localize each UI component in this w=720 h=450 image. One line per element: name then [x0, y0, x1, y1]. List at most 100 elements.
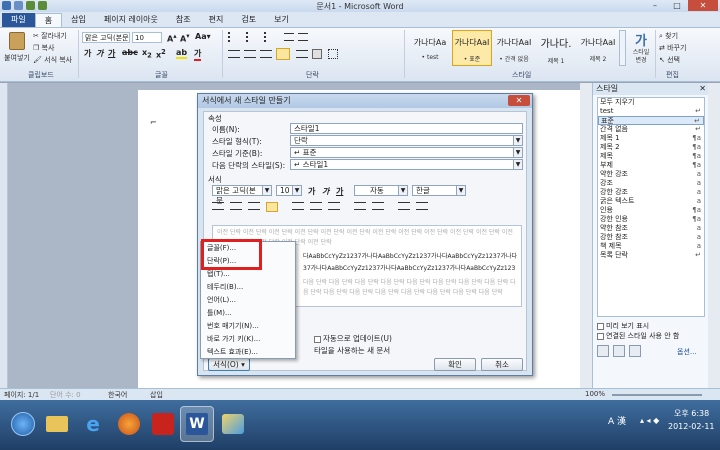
styles-pane-scrollbar[interactable]: [708, 83, 720, 388]
tab-review[interactable]: 검토: [232, 13, 265, 27]
style-gallery-test[interactable]: 가나다Aa • test: [410, 30, 450, 66]
auto-update-checkbox[interactable]: 자동으로 업데이트(U): [314, 333, 392, 344]
menu-item-shortcut-key[interactable]: 바로 가기 키(K)...: [201, 333, 295, 346]
style-item[interactable]: 목록 단락 ↵: [598, 251, 704, 260]
tray-icons[interactable]: ▴ ◂ ◆: [640, 416, 659, 425]
shading-button[interactable]: [312, 49, 322, 59]
increase-indent-icon[interactable]: [416, 202, 428, 210]
decrease-indent-icon[interactable]: [398, 202, 410, 210]
dialog-color-select[interactable]: 자동 ▼: [354, 185, 408, 196]
paste-button[interactable]: 붙여넣기: [4, 30, 30, 68]
strikethrough-button[interactable]: abc: [122, 48, 138, 57]
dialog-bold-button[interactable]: 가: [308, 186, 315, 197]
double-spacing-icon[interactable]: [328, 202, 340, 210]
based-on-select[interactable]: ↵ 표준 ▼: [290, 147, 523, 158]
maximize-icon[interactable]: □: [666, 0, 688, 11]
subscript-button[interactable]: x2: [142, 48, 152, 60]
align-right-icon[interactable]: [248, 202, 260, 210]
justify-button[interactable]: [276, 48, 290, 60]
style-gallery-scroll[interactable]: [619, 30, 626, 66]
grow-font-button[interactable]: A▴: [167, 32, 177, 44]
zoom-slider[interactable]: [612, 394, 702, 396]
tab-view[interactable]: 보기: [265, 13, 298, 27]
style-item-selected[interactable]: 표준 ↵: [598, 116, 704, 125]
ime-indicator[interactable]: A 漢: [608, 414, 626, 427]
dialog-language-select[interactable]: 한글 ▼: [412, 185, 466, 196]
bullets-button[interactable]: [228, 32, 242, 42]
show-preview-checkbox[interactable]: 미리 보기 표시: [597, 321, 649, 331]
underline-button[interactable]: 가: [108, 48, 115, 59]
cut-button[interactable]: ✂ 잘라내기: [33, 31, 67, 41]
line-spacing-button[interactable]: [296, 50, 308, 58]
dialog-font-select[interactable]: 맑은 고딕(본문 ▼: [212, 185, 272, 205]
change-case-button[interactable]: Aa▾: [195, 32, 211, 41]
style-gallery-no-spacing[interactable]: 가나다AaI • 간격 없음: [494, 30, 534, 66]
shrink-font-button[interactable]: A▾: [180, 32, 190, 44]
style-item[interactable]: 책 제목 a: [598, 242, 704, 251]
format-painter-button[interactable]: 🖌 서식 복사: [33, 55, 72, 65]
minimize-icon[interactable]: –: [644, 0, 666, 11]
menu-item-text-effects[interactable]: 텍스트 효과(E)...: [201, 346, 295, 359]
style-item[interactable]: 제목 2 ¶a: [598, 143, 704, 152]
options-link[interactable]: 옵션...: [677, 347, 697, 357]
highlight-button[interactable]: ab: [176, 48, 188, 59]
style-inspector-button[interactable]: [613, 345, 625, 357]
space-after-icon[interactable]: [372, 202, 384, 210]
clock-time[interactable]: 오후 6:38: [674, 408, 709, 419]
font-color-button[interactable]: 가: [194, 48, 202, 61]
style-item[interactable]: 모두 지우기: [598, 98, 704, 107]
dialog-italic-button[interactable]: 가: [322, 186, 329, 197]
dialog-close-icon[interactable]: ✕: [508, 95, 530, 106]
align-center-icon[interactable]: [230, 202, 242, 210]
tab-insert[interactable]: 삽입: [62, 13, 95, 27]
bold-button[interactable]: 가: [84, 48, 91, 59]
single-spacing-icon[interactable]: [292, 202, 304, 210]
increase-indent-button[interactable]: [298, 33, 308, 41]
style-item[interactable]: 약한 강조 a: [598, 170, 704, 179]
menu-item-frame[interactable]: 틀(M)...: [201, 307, 295, 320]
multilevel-list-button[interactable]: [264, 32, 278, 42]
font-name-select[interactable]: 맑은 고딕(본문: [82, 32, 130, 43]
style-item[interactable]: 강한 참조 a: [598, 233, 704, 242]
style-item[interactable]: 간격 없음 ↵: [598, 125, 704, 134]
clock-date[interactable]: 2012-02-11: [668, 422, 715, 431]
borders-button[interactable]: [328, 49, 338, 59]
style-gallery-heading-1[interactable]: 가나다. 제목 1: [536, 30, 576, 66]
decrease-indent-button[interactable]: [284, 33, 294, 41]
justify-icon[interactable]: [266, 202, 278, 212]
cancel-button[interactable]: 취소: [481, 358, 523, 371]
dialog-underline-button[interactable]: 가: [336, 186, 343, 197]
word-count[interactable]: 단어 수: 0: [50, 390, 81, 400]
style-item[interactable]: 강조 a: [598, 179, 704, 188]
align-left-button[interactable]: [228, 50, 240, 58]
menu-item-language[interactable]: 언어(L)...: [201, 294, 295, 307]
tab-references[interactable]: 참조: [167, 13, 200, 27]
superscript-button[interactable]: x2: [156, 48, 166, 60]
start-button[interactable]: [6, 406, 40, 442]
replace-button[interactable]: ⇄ 바꾸기: [659, 43, 686, 53]
style-item[interactable]: 부제 ¶a: [598, 161, 704, 170]
disable-linked-checkbox[interactable]: 연결된 스타일 사용 안 함: [597, 331, 679, 341]
style-name-input[interactable]: 스타일1: [290, 123, 523, 134]
tab-mailings[interactable]: 편지: [200, 13, 233, 27]
taskbar-ie[interactable]: e: [76, 406, 110, 442]
taskbar-word[interactable]: W: [180, 406, 214, 442]
space-before-icon[interactable]: [354, 202, 366, 210]
style-type-select[interactable]: 단락 ▼: [290, 135, 523, 146]
style-item[interactable]: 강한 강조 a: [598, 188, 704, 197]
taskbar-explorer[interactable]: [40, 406, 74, 442]
zoom-level[interactable]: 100%: [585, 390, 605, 398]
style-item[interactable]: test ↵: [598, 107, 704, 116]
page-count[interactable]: 페이지: 1/1: [4, 390, 39, 400]
taskbar-paint[interactable]: [216, 406, 250, 442]
insert-mode[interactable]: 삽입: [150, 390, 163, 400]
new-style-button[interactable]: [597, 345, 609, 357]
style-item[interactable]: 굵은 텍스트 a: [598, 197, 704, 206]
manage-styles-button[interactable]: [629, 345, 641, 357]
menu-item-numbering[interactable]: 번호 매기기(N)...: [201, 320, 295, 333]
font-size-select[interactable]: 10: [132, 32, 162, 43]
align-left-icon[interactable]: [212, 202, 224, 210]
style-item[interactable]: 강한 인용 ¶a: [598, 215, 704, 224]
dialog-size-select[interactable]: 10 ▼: [276, 185, 302, 196]
close-icon[interactable]: ✕: [688, 0, 718, 11]
